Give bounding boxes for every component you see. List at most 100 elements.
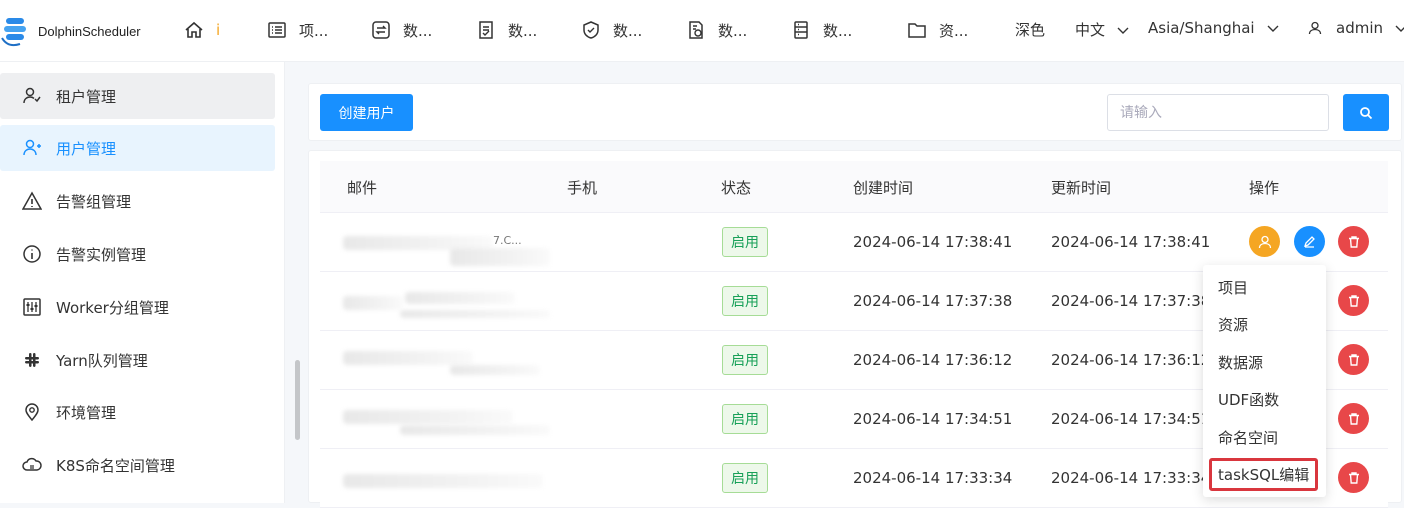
nav-data-1-label: 数... [403, 21, 433, 40]
sidebar-item-label: 租户管理 [56, 87, 117, 106]
chevron-down-icon [1395, 25, 1404, 32]
doc-icon [479, 21, 493, 39]
delete-button[interactable] [1338, 285, 1369, 316]
nav-data-3-label: 数... [613, 21, 643, 40]
shield-icon [583, 21, 599, 39]
sidebar-item-worker-group[interactable]: Worker分组管理 [0, 284, 275, 330]
sliders-icon [23, 298, 41, 316]
created-time: 2024-06-14 17:38:41 [853, 233, 1013, 251]
status-badge: 启用 [722, 286, 768, 316]
language-select[interactable]: 中文 [1075, 19, 1129, 40]
sidebar-item-alert-group[interactable]: 告警组管理 [0, 178, 275, 224]
highlight-frame [1209, 458, 1318, 491]
authorize-button[interactable] [1249, 226, 1280, 257]
exchange-icon [372, 21, 390, 39]
server-icon [794, 21, 808, 39]
sidebar-item-yarn-queue[interactable]: Yarn队列管理 [0, 337, 275, 383]
nav-project-label: 项... [299, 21, 329, 40]
nav-data-2-label: 数... [508, 21, 538, 40]
user-add-icon [23, 139, 41, 156]
warning-icon [22, 191, 42, 210]
sidebar-item-label: 告警组管理 [56, 192, 132, 211]
column-header-status: 状态 [721, 179, 752, 197]
sidebar-item-label: 告警实例管理 [56, 245, 147, 264]
delete-button[interactable] [1338, 462, 1369, 493]
nav-data-1[interactable]: 数... [371, 18, 432, 42]
trash-icon [1348, 353, 1359, 366]
info-icon [23, 245, 41, 263]
nav-project[interactable]: 项... [267, 18, 328, 42]
sidebar-item-alert-instance[interactable]: 告警实例管理 [0, 231, 275, 277]
user-icon [1308, 21, 1322, 35]
pencil-icon [1303, 236, 1315, 248]
logo[interactable]: DolphinScheduler [0, 14, 141, 48]
sidebar-item-label: 用户管理 [56, 139, 117, 158]
created-time: 2024-06-14 17:33:34 [853, 469, 1013, 487]
updated-time: 2024-06-14 17:34:51 [1051, 410, 1211, 428]
created-time: 2024-06-14 17:37:38 [853, 292, 1013, 310]
dolphin-logo-icon [0, 14, 36, 48]
email-redacted [400, 425, 550, 435]
search-input[interactable] [1107, 94, 1329, 131]
tenant-icon [23, 87, 41, 104]
email-redacted [343, 410, 513, 424]
chevron-down-icon [1117, 27, 1129, 34]
sidebar-item-tenant[interactable]: 租户管理 [0, 73, 275, 119]
sidebar-item-user[interactable]: 用户管理 [0, 125, 275, 171]
menu-item-datasource[interactable]: 数据源 [1218, 352, 1263, 373]
created-time: 2024-06-14 17:36:12 [853, 351, 1013, 369]
file-gear-icon [689, 21, 703, 39]
trash-icon [1348, 471, 1359, 484]
updated-time: 2024-06-14 17:36:12 [1051, 351, 1211, 369]
sidebar-item-label: Yarn队列管理 [56, 351, 148, 370]
cloud-icon [22, 457, 42, 471]
email-redacted [400, 310, 550, 318]
status-badge: 启用 [722, 463, 768, 493]
sidebar-item-label: K8S命名空间管理 [56, 456, 175, 475]
list-icon [268, 22, 286, 38]
nav-data-4[interactable]: 数... [686, 18, 747, 42]
nav-data-2[interactable]: 数... [476, 18, 537, 42]
language-label: 中文 [1075, 21, 1106, 39]
menu-item-project[interactable]: 项目 [1218, 277, 1248, 298]
menu-item-udf[interactable]: UDF函数 [1218, 389, 1279, 410]
email-cell: 7.C... [493, 234, 522, 247]
trash-icon [1348, 235, 1359, 248]
sidebar: 租户管理 用户管理 告警组管理 告警实例管理 Worker分组管理 Yarn队列… [0, 62, 285, 503]
nav-data-5[interactable]: 数... [791, 18, 852, 42]
email-redacted [343, 351, 473, 365]
nav-data-3[interactable]: 数... [581, 18, 642, 42]
user-label: admin [1336, 19, 1383, 37]
sidebar-item-environment[interactable]: 环境管理 [0, 389, 275, 435]
menu-item-resource[interactable]: 资源 [1218, 314, 1248, 335]
create-user-button[interactable]: 创建用户 [320, 94, 413, 131]
updated-time: 2024-06-14 17:38:41 [1051, 233, 1211, 251]
edit-button[interactable] [1294, 226, 1325, 257]
sidebar-scrollbar[interactable] [295, 360, 300, 440]
status-badge: 启用 [722, 227, 768, 257]
nav-resource[interactable]: 资... [907, 18, 968, 42]
delete-button[interactable] [1338, 403, 1369, 434]
user-menu[interactable]: admin [1308, 19, 1404, 37]
timezone-label: Asia/Shanghai [1148, 19, 1255, 37]
column-header-actions: 操作 [1249, 179, 1280, 197]
slack-icon [25, 353, 39, 367]
chevron-down-icon [1267, 25, 1279, 32]
column-header-updated: 更新时间 [1051, 179, 1112, 197]
timezone-select[interactable]: Asia/Shanghai [1148, 19, 1279, 37]
sidebar-item-k8s-namespace[interactable]: K8S命名空间管理 [0, 442, 275, 488]
email-redacted [450, 365, 540, 375]
delete-button[interactable] [1338, 344, 1369, 375]
email-redacted [343, 296, 403, 310]
delete-button[interactable] [1338, 226, 1369, 257]
home-icon [185, 21, 203, 38]
theme-toggle[interactable]: 深色 [1015, 19, 1045, 40]
nav-home[interactable]: i [184, 18, 220, 42]
status-badge: 启用 [722, 345, 768, 375]
folder-icon [908, 23, 926, 38]
trash-icon [1348, 412, 1359, 425]
nav-data-4-label: 数... [718, 21, 748, 40]
search-button[interactable] [1343, 94, 1389, 131]
menu-item-namespace[interactable]: 命名空间 [1218, 427, 1278, 448]
nav-data-5-label: 数... [823, 21, 853, 40]
